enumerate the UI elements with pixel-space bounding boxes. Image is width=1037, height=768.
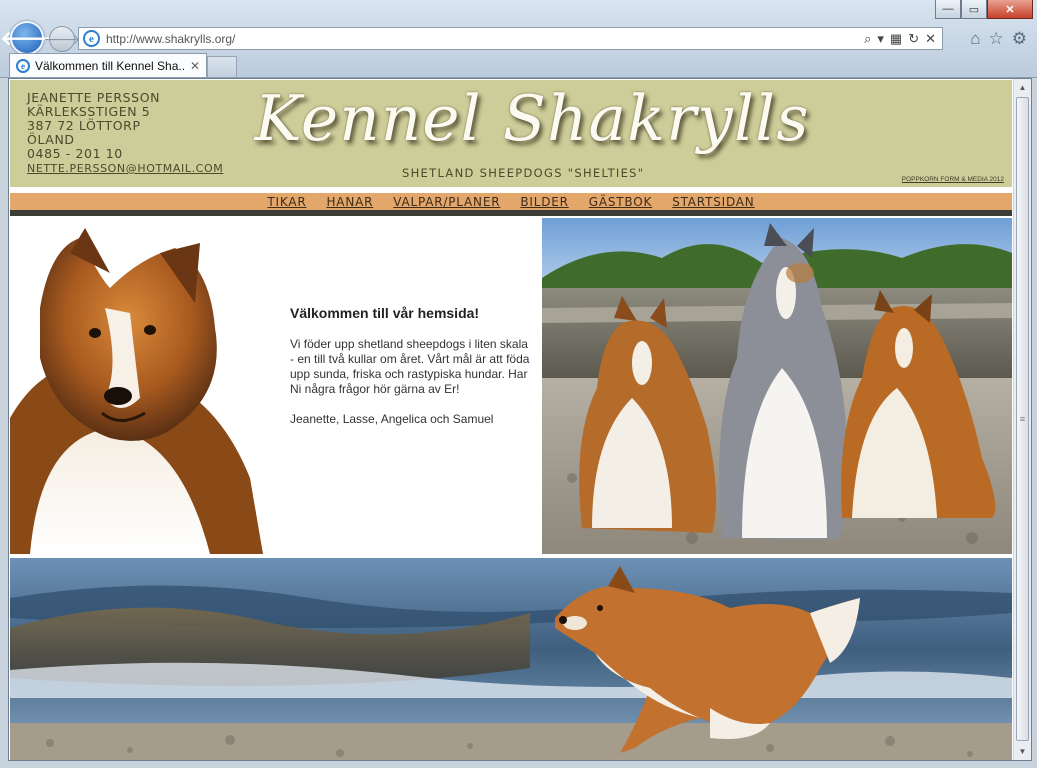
site-subtitle: SHETLAND SHEEPDOGS "SHELTIES" — [402, 166, 645, 180]
url-text[interactable]: http://www.shakrylls.org/ — [106, 32, 864, 46]
welcome-paragraph: Vi föder upp shetland sheepdogs i liten … — [290, 337, 530, 396]
address-tools: ⌕ ▾ ▦ ↻ ✕ — [864, 31, 942, 47]
nav-link-startsidan[interactable]: STARTSIDAN — [672, 195, 754, 209]
favorites-star-icon[interactable]: ☆ — [989, 29, 1004, 49]
browser-toolbar: — ▭ ✕ 🡐 🡒 e http://www.shakrylls.org/ ⌕ … — [0, 0, 1037, 78]
nav-link-tikar[interactable]: TIKAR — [267, 195, 306, 209]
tab-title: Välkommen till Kennel Sha... — [35, 58, 186, 73]
contact-street: KÄRLEKSSTIGEN 5 — [27, 104, 151, 119]
compatibility-icon[interactable]: ▦ — [890, 31, 902, 47]
contact-postal: 387 72 LÖTTORP — [27, 118, 141, 133]
site-logo: Kennel Shakrylls — [254, 82, 810, 155]
tab-ie-icon: e — [16, 58, 30, 73]
three-shelties-photo — [542, 218, 1012, 554]
welcome-signature: Jeanette, Lasse, Angelica och Samuel — [290, 412, 494, 426]
dropdown-icon[interactable]: ▾ — [877, 31, 884, 47]
nav-link-hanar[interactable]: HANAR — [326, 195, 373, 209]
address-bar[interactable]: e http://www.shakrylls.org/ ⌕ ▾ ▦ ↻ ✕ — [78, 27, 943, 50]
welcome-text: Välkommen till vår hemsida! Vi föder upp… — [290, 306, 530, 442]
nav-divider — [10, 210, 1012, 216]
contact-email-link[interactable]: NETTE.PERSSON@HOTMAIL.COM — [27, 162, 223, 176]
close-window-button[interactable]: ✕ — [987, 0, 1033, 19]
stop-icon[interactable]: ✕ — [925, 31, 936, 47]
nav-link-valpar[interactable]: VALPAR/PLANER — [393, 195, 500, 209]
browser-tab[interactable]: e Välkommen till Kennel Sha... ✕ — [9, 53, 207, 77]
browser-icons: ⌂ ☆ ⚙ — [970, 29, 1027, 49]
back-button[interactable]: 🡐 — [0, 21, 54, 55]
contact-phone: 0485 - 201 10 — [27, 146, 123, 161]
web-page: JEANETTE PERSSON KÄRLEKSSTIGEN 5 387 72 … — [10, 80, 1012, 760]
ie-icon: e — [83, 30, 100, 47]
contact-name: JEANETTE PERSSON — [27, 90, 161, 105]
scrollbar-thumb[interactable]: ≡ — [1016, 97, 1029, 741]
scroll-up-icon[interactable]: ▲ — [1014, 79, 1031, 96]
main-navigation: TIKAR HANAR VALPAR/PLANER BILDER GÄSTBOK… — [10, 193, 1012, 210]
search-icon[interactable]: ⌕ — [864, 31, 871, 47]
contact-info: JEANETTE PERSSON KÄRLEKSSTIGEN 5 387 72 … — [27, 91, 223, 176]
contact-region: ÖLAND — [27, 132, 75, 147]
browser-viewport: JEANETTE PERSSON KÄRLEKSSTIGEN 5 387 72 … — [8, 78, 1032, 761]
gear-icon[interactable]: ⚙ — [1012, 29, 1027, 49]
refresh-icon[interactable]: ↻ — [908, 31, 919, 47]
design-credit-link[interactable]: POPPKORN FORM & MEDIA 2012 — [902, 176, 1004, 183]
sheltie-portrait-photo — [10, 218, 263, 554]
minimize-button[interactable]: — — [935, 0, 961, 19]
scroll-down-icon[interactable]: ▼ — [1014, 743, 1031, 760]
vertical-scrollbar[interactable]: ▲ ≡ ▼ — [1013, 79, 1031, 760]
welcome-heading: Välkommen till vår hemsida! — [290, 305, 480, 321]
home-icon[interactable]: ⌂ — [970, 29, 980, 49]
new-tab-button[interactable] — [207, 56, 237, 77]
maximize-button[interactable]: ▭ — [961, 0, 987, 19]
site-header: JEANETTE PERSSON KÄRLEKSSTIGEN 5 387 72 … — [10, 80, 1012, 187]
forward-arrow-icon: 🡒 — [43, 30, 81, 47]
running-sheltie-beach-photo — [10, 558, 1012, 760]
close-tab-icon[interactable]: ✕ — [190, 59, 200, 73]
forward-button[interactable]: 🡒 — [43, 26, 81, 52]
nav-link-bilder[interactable]: BILDER — [520, 195, 568, 209]
window-controls: — ▭ ✕ — [935, 0, 1033, 19]
nav-link-gastbok[interactable]: GÄSTBOK — [589, 195, 652, 209]
